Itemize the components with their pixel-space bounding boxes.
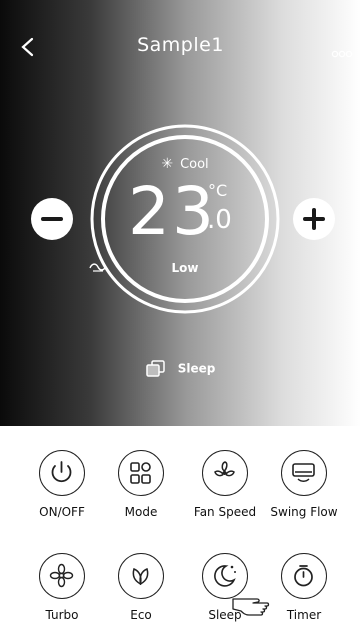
onoff-control: ON/OFF [17,450,107,519]
turbo-label-text: Turbo [45,608,79,622]
turbo-button[interactable] [39,553,85,599]
plus-icon [303,208,325,230]
eco-control: Eco [96,553,186,622]
pointing-hand-icon [231,585,285,623]
more-dots-icon[interactable] [331,44,353,58]
timer-icon [294,565,313,587]
turbo-control: Turbo [17,553,107,622]
swing-flow-button[interactable] [281,450,327,496]
fan-speed-icon [89,263,107,272]
temperature-dial: ✳ Cool 23 °C .0 Low [89,123,281,315]
power-icon [51,461,72,483]
decrease-temperature-button[interactable] [31,198,73,240]
mode-control: Mode [96,450,186,519]
swing-flow-label-text: Swing Flow [270,505,338,519]
swing-flow-icon [292,463,315,482]
minus-icon [41,217,63,221]
fan-speed-indicator: Low [89,261,281,275]
timer-button[interactable] [281,553,327,599]
eco-label-text: Eco [130,608,152,622]
page-title: Sample1 [137,34,224,56]
eco-leaf-icon [132,567,149,586]
onoff-button[interactable] [39,450,85,496]
fan-speed-label-text: Fan Speed [193,505,257,519]
sleep-status-label: Sleep [177,361,216,376]
mode-grid-icon [130,462,151,484]
fan-speed-button[interactable] [202,450,248,496]
top-bar: Sample1 [0,0,361,90]
increase-temperature-button[interactable] [293,198,335,240]
mode-indicator: ✳ Cool [89,156,281,172]
fan-speed-control: Fan Speed [180,450,270,519]
fan-speed-label: Low [171,261,199,275]
temperature-unit: °C [208,181,228,200]
temperature-decimal: .0 [207,205,232,235]
eco-button[interactable] [118,553,164,599]
onoff-label: ON/OFF [39,505,85,519]
sleep-status: Sleep [0,360,361,378]
swing-flow-control: Swing Flow [259,450,349,519]
control-panel: Sample1 ✳ Cool 23 °C .0 Low Sleep [0,0,361,426]
mode-label: Cool [180,157,209,172]
sleep-copy-icon [145,360,165,377]
mode-button[interactable] [118,450,164,496]
snowflake-icon: ✳ [161,156,174,172]
fan-icon [214,461,235,477]
temperature-value: 23 [128,173,216,250]
turbo-icon [49,563,74,588]
mode-label-text: Mode [124,505,158,519]
